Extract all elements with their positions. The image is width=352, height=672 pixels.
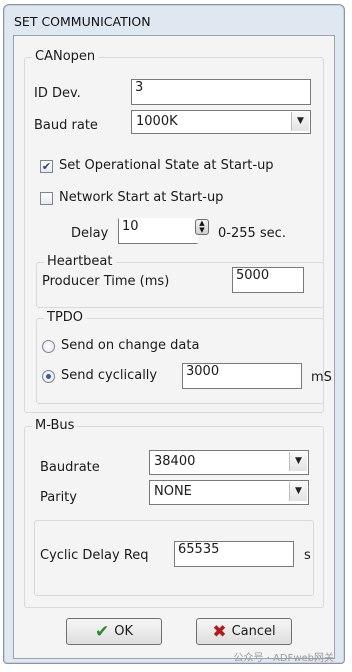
dialog-client: CANopen ID Dev. 3 Baud rate 1000K ▼ ✔ Se…	[13, 35, 335, 659]
tpdo-group	[36, 318, 324, 404]
ok-button[interactable]: ✔ OK	[66, 618, 162, 645]
checkmark-icon: ✔	[94, 621, 110, 642]
opstate-label[interactable]: Set Operational State at Start-up	[59, 158, 274, 173]
canopen-legend: CANopen	[32, 49, 99, 64]
heartbeat-legend: Heartbeat	[44, 254, 116, 269]
cancel-button-label: Cancel	[231, 624, 276, 639]
cyclic-time-input[interactable]: 3000	[182, 363, 302, 389]
producer-time-label: Producer Time (ms)	[42, 274, 170, 289]
opstate-checkbox[interactable]: ✔	[40, 160, 53, 173]
send-on-change-radio[interactable]	[42, 340, 55, 353]
ok-button-label: OK	[114, 624, 133, 639]
cyclic-unit-label: mS	[311, 370, 332, 385]
parity-label: Parity	[40, 490, 77, 505]
mbus-baud-value: 38400	[154, 454, 196, 469]
mbus-baud-select[interactable]: 38400 ▼	[149, 450, 309, 475]
cyclic-delay-unit: s	[304, 548, 311, 563]
chevron-down-icon[interactable]: ▼	[289, 482, 307, 501]
id-input[interactable]: 3	[131, 79, 311, 105]
netstart-label[interactable]: Network Start at Start-up	[59, 190, 223, 205]
send-cyclically-radio[interactable]	[42, 370, 55, 383]
cancel-button[interactable]: ✖ Cancel	[196, 618, 292, 645]
chevron-down-icon[interactable]: ▼	[289, 452, 307, 471]
producer-time-input[interactable]: 5000	[232, 267, 304, 293]
parity-value: NONE	[154, 484, 192, 499]
cyclic-delay-input[interactable]: 65535	[174, 541, 294, 567]
delay-label: Delay	[71, 226, 109, 241]
window-title: SET COMMUNICATION	[14, 14, 151, 29]
mbus-baud-label: Baudrate	[40, 460, 100, 475]
baud-select-value: 1000K	[136, 114, 178, 129]
cyclic-delay-label: Cyclic Delay Req	[40, 548, 149, 563]
id-label: ID Dev.	[34, 86, 81, 101]
delay-input[interactable]: 10	[118, 218, 198, 244]
parity-select[interactable]: NONE ▼	[149, 480, 309, 505]
baud-select[interactable]: 1000K ▼	[131, 110, 311, 134]
tpdo-legend: TPDO	[44, 310, 87, 325]
baud-label: Baud rate	[34, 118, 98, 133]
x-icon: ✖	[212, 621, 227, 642]
dialog-window: SET COMMUNICATION CANopen ID Dev. 3 Baud…	[3, 4, 345, 664]
send-on-change-label[interactable]: Send on change data	[61, 338, 199, 353]
delay-spinner[interactable]: ▲ ▼	[195, 219, 209, 235]
delay-range-label: 0-255 sec.	[218, 226, 286, 241]
send-cyclically-label[interactable]: Send cyclically	[61, 368, 157, 383]
chevron-down-icon[interactable]: ▼	[291, 112, 309, 131]
netstart-checkbox[interactable]	[40, 192, 53, 205]
mbus-legend: M-Bus	[32, 418, 78, 433]
watermark-text: 公众号 · ADFweb网关	[233, 653, 334, 664]
